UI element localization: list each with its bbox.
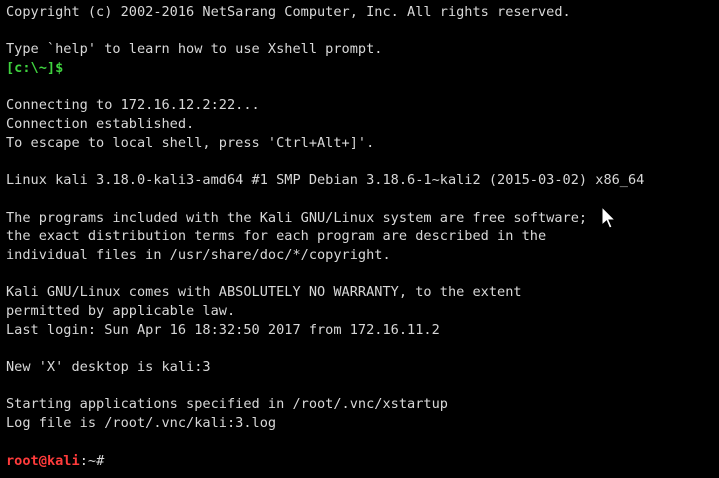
terminal-line-uname: Linux kali 3.18.0-kali3-amd64 #1 SMP Deb… — [6, 172, 645, 189]
prompt-host: kali — [46, 452, 80, 469]
terminal-line-motd: individual files in /usr/share/doc/*/cop… — [6, 246, 391, 263]
terminal-line-motd: the exact distribution terms for each pr… — [6, 228, 547, 245]
terminal-line-escape: To escape to local shell, press 'Ctrl+Al… — [6, 134, 375, 151]
prompt-separator: : — [79, 452, 88, 469]
prompt-at: @ — [38, 452, 47, 469]
prompt-path: ~ — [87, 452, 97, 469]
terminal-window[interactable]: Copyright (c) 2002-2016 NetSarang Comput… — [0, 0, 719, 478]
terminal-line-copyright: Copyright (c) 2002-2016 NetSarang Comput… — [6, 4, 571, 20]
terminal-line-lastlogin: Last login: Sun Apr 16 18:32:50 2017 fro… — [6, 321, 440, 338]
prompt-symbol: # — [96, 452, 105, 469]
local-shell-prompt: [c:\~]$ — [6, 60, 64, 77]
terminal-line-xdesktop: New 'X' desktop is kali:3 — [6, 359, 211, 376]
terminal-line-warranty: Kali GNU/Linux comes with ABSOLUTELY NO … — [6, 284, 522, 301]
terminal-line-starting: Starting applications specified in /root… — [6, 396, 448, 413]
mouse-pointer-icon — [601, 206, 617, 229]
terminal-line-connecting: Connecting to 172.16.12.2:22... — [6, 97, 260, 114]
terminal-line-established: Connection established. — [6, 116, 195, 133]
terminal-line-warranty: permitted by applicable law. — [6, 303, 236, 319]
prompt-user: root — [6, 452, 39, 469]
terminal-line-help: Type `help' to learn how to use Xshell p… — [6, 41, 383, 58]
remote-shell-prompt[interactable]: root@kali:~# — [6, 452, 719, 471]
terminal-line-logfile: Log file is /root/.vnc/kali:3.log — [6, 415, 277, 432]
